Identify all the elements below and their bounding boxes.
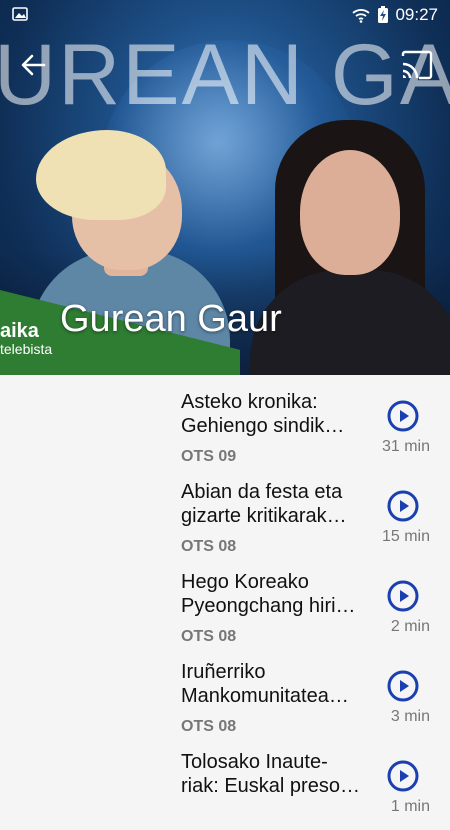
list-item[interactable]: Asteko kronika: Gehiengo sindik… OTS 09 …: [0, 380, 450, 470]
play-icon[interactable]: [387, 400, 419, 432]
episode-date: OTS 08: [181, 718, 237, 735]
episode-duration: 15 min: [381, 528, 430, 545]
channel-logo-main: aika: [0, 320, 39, 342]
episode-duration: 2 min: [390, 618, 430, 635]
program-title: Gurean Gaur: [60, 298, 282, 340]
channel-logo-sub: telebista: [0, 341, 53, 357]
channel-logo: aika telebista: [0, 320, 53, 358]
hero-banner: UREAN GAU aika telebista Gurean Gaur: [0, 0, 450, 375]
episode-title: Abian da festa eta gizarte kritikarak…: [181, 481, 347, 527]
play-icon[interactable]: [387, 490, 419, 522]
cast-icon[interactable]: [400, 48, 434, 82]
image-notification-icon: [12, 7, 28, 21]
battery-charging-icon: [378, 6, 389, 23]
episode-duration: 3 min: [390, 708, 430, 725]
play-icon[interactable]: [387, 670, 419, 702]
episode-duration: 1 min: [390, 798, 430, 815]
status-bar: 09:27: [0, 0, 450, 30]
back-arrow-icon[interactable]: [18, 50, 48, 80]
episode-title: Tolosako Inaute- riak: Euskal preso…: [181, 751, 360, 797]
episode-date: OTS 08: [181, 628, 237, 645]
list-item[interactable]: Abian da festa eta gizarte kritikarak… O…: [0, 470, 450, 560]
list-item[interactable]: Hego Koreako Pyeongchang hiri… OTS 08 2 …: [0, 560, 450, 650]
list-item[interactable]: Iruñerriko Mankomunitatea… OTS 08 3 min: [0, 650, 450, 740]
episode-title: Iruñerriko Mankomunitatea…: [181, 661, 349, 707]
wifi-icon: [352, 9, 371, 23]
clock: 09:27: [395, 5, 438, 24]
episode-title: Asteko kronika: Gehiengo sindik…: [181, 391, 345, 437]
play-icon[interactable]: [387, 760, 419, 792]
episode-duration: 31 min: [381, 438, 430, 455]
play-icon[interactable]: [387, 580, 419, 612]
hero-background-text: UREAN GAU: [0, 27, 450, 123]
episode-date: OTS 08: [181, 538, 237, 555]
presenter-1-hair: [36, 130, 166, 220]
presenter-2-face: [300, 150, 400, 275]
list-item[interactable]: Tolosako Inaute- riak: Euskal preso… 1 m…: [0, 740, 450, 830]
episode-title: Hego Koreako Pyeongchang hiri…: [181, 571, 356, 617]
episode-list: Asteko kronika: Gehiengo sindik… OTS 09 …: [0, 375, 450, 815]
episode-date: OTS 09: [181, 448, 237, 465]
